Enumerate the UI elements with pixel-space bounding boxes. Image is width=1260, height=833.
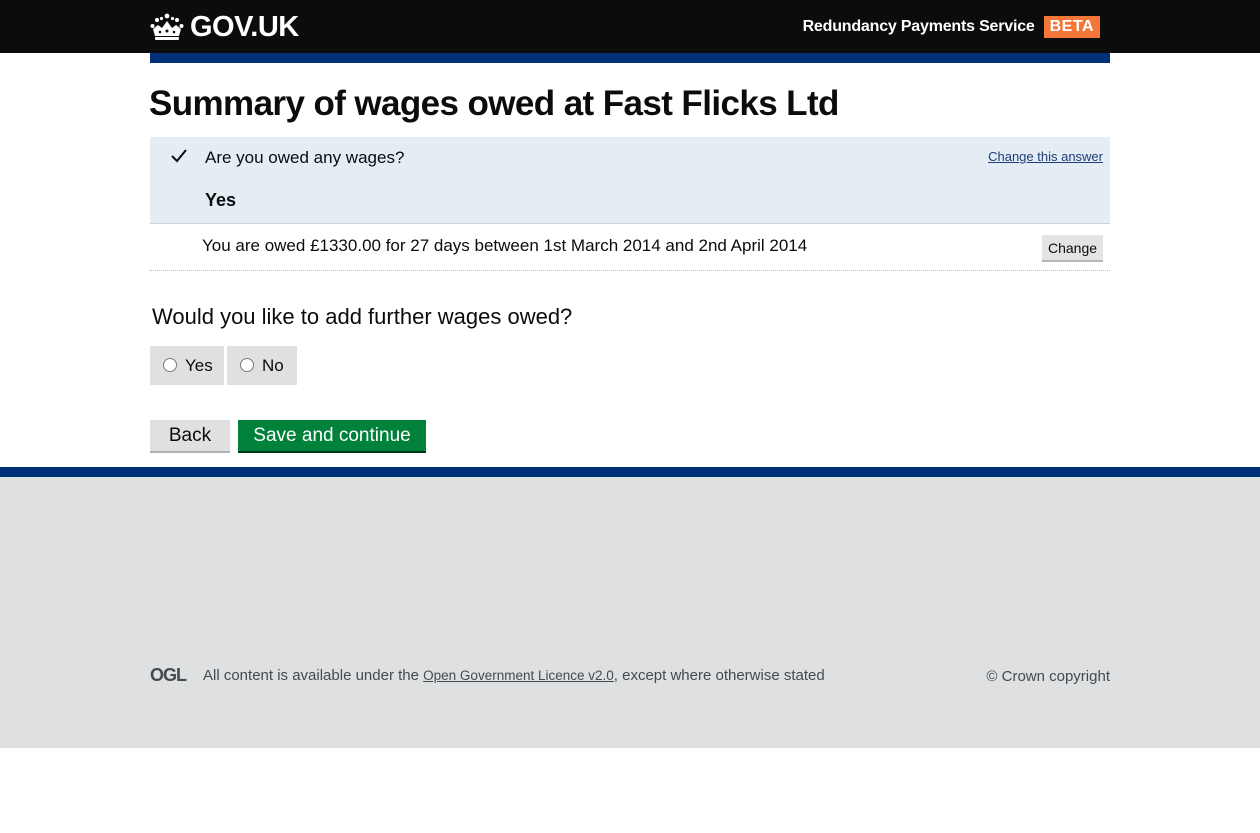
licence-text: All content is available under the Open … <box>203 667 825 684</box>
radio-button-no[interactable] <box>240 357 254 372</box>
phase-badge: BETA <box>1043 16 1100 38</box>
radio-label-yes: Yes <box>185 355 213 375</box>
page-title: Summary of wages owed at Fast Flicks Ltd <box>149 84 839 123</box>
change-answer-link[interactable]: Change this answer <box>988 149 1103 164</box>
site-header: GOV.UK Redundancy Payments Service BETA <box>0 0 1260 53</box>
back-button[interactable]: Back <box>150 420 230 453</box>
change-wages-button[interactable]: Change <box>1042 235 1103 262</box>
radio-button-yes[interactable] <box>163 357 177 372</box>
radio-option-yes[interactable]: Yes <box>150 346 224 385</box>
site-footer: OGL All content is available under the O… <box>0 477 1260 748</box>
crown-icon <box>150 13 184 40</box>
licence-link[interactable]: Open Government Licence v2.0 <box>423 668 614 683</box>
licence-suffix: , except where otherwise stated <box>613 667 825 684</box>
service-header: Redundancy Payments Service BETA <box>803 16 1100 38</box>
service-name[interactable]: Redundancy Payments Service <box>803 18 1035 36</box>
wages-owed-text: You are owed £1330.00 for 27 days betwee… <box>202 236 808 255</box>
tick-icon <box>171 149 187 163</box>
summary-answer-box: Are you owed any wages? Change this answ… <box>150 137 1110 224</box>
licence-prefix: All content is available under the <box>203 667 419 684</box>
summary-question: Are you owed any wages? <box>205 148 405 167</box>
footer-accent-bar <box>0 467 1260 477</box>
govuk-logo-link[interactable]: GOV.UK <box>150 11 299 43</box>
summary-answer: Yes <box>205 190 237 210</box>
radio-option-no[interactable]: No <box>227 346 297 385</box>
ogl-logo-icon: OGL <box>150 666 188 683</box>
govuk-logo-text: GOV.UK <box>190 10 299 43</box>
svg-text:OGL: OGL <box>150 666 187 683</box>
radio-label-no: No <box>262 355 284 375</box>
further-wages-question: Would you like to add further wages owed… <box>152 304 573 329</box>
save-and-continue-button[interactable]: Save and continue <box>238 420 426 453</box>
wages-owed-row: You are owed £1330.00 for 27 days betwee… <box>150 225 1110 271</box>
header-accent-bar <box>150 53 1110 63</box>
crown-copyright-link[interactable]: © Crown copyright <box>986 668 1110 685</box>
